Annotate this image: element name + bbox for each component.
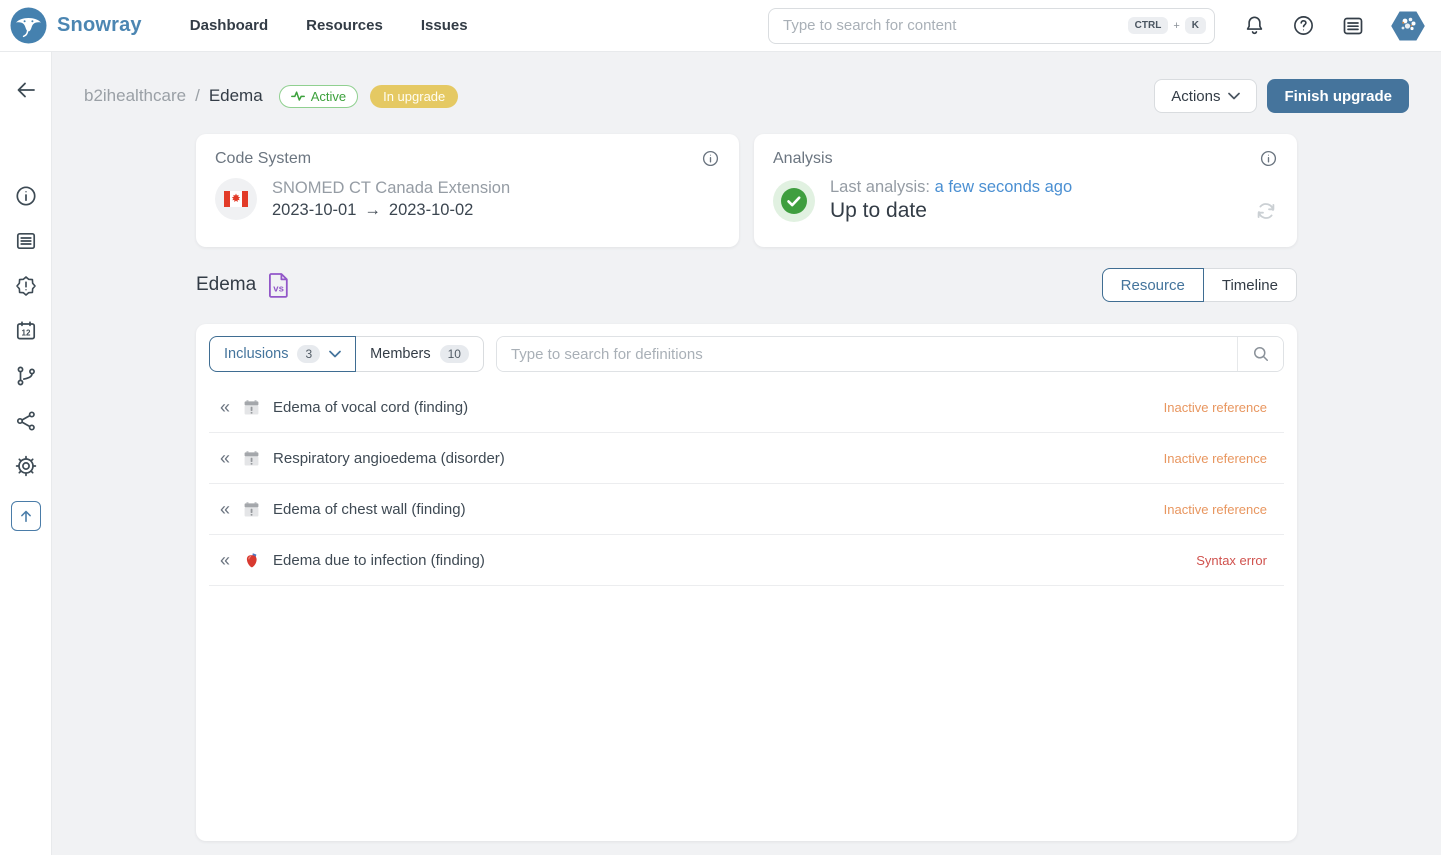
status-badge-active: Active — [279, 85, 358, 108]
definitions-search — [496, 336, 1284, 372]
expand-chevrons-icon[interactable]: « — [220, 449, 230, 467]
info-icon[interactable] — [701, 149, 720, 168]
expand-chevrons-icon[interactable]: « — [220, 500, 230, 518]
pulse-icon — [291, 90, 305, 102]
arrow-right-icon: → — [364, 201, 381, 219]
tab-timeline[interactable]: Timeline — [1204, 268, 1297, 302]
nav-issues[interactable]: Issues — [421, 17, 468, 34]
definition-status: Inactive reference — [1164, 400, 1274, 415]
main-content: b2ihealthcare / Edema Active In upgrade … — [52, 52, 1441, 855]
actions-button[interactable]: Actions — [1154, 79, 1257, 113]
definition-row[interactable]: « Edema of chest wall (finding) Inactive… — [209, 484, 1284, 535]
info-icon[interactable] — [1259, 149, 1278, 168]
members-count-badge: 10 — [440, 345, 469, 363]
breadcrumb-parent[interactable]: b2ihealthcare — [84, 86, 186, 106]
upload-icon[interactable] — [11, 501, 41, 531]
analysis-card-title: Analysis — [773, 150, 833, 168]
snowray-logo-icon — [10, 7, 47, 44]
code-system-card: Code System — [196, 134, 739, 247]
info-icon[interactable] — [14, 184, 38, 208]
definition-row[interactable]: « Respiratory angioedema (disorder) Inac… — [209, 433, 1284, 484]
analysis-card: Analysis — [754, 134, 1297, 247]
members-tab[interactable]: Members 10 — [356, 336, 484, 372]
branch-icon[interactable] — [14, 364, 38, 388]
definition-status: Syntax error — [1196, 553, 1274, 568]
status-badge-in-upgrade: In upgrade — [370, 85, 458, 108]
inactive-concept-icon — [243, 399, 260, 416]
definition-label: Respiratory angioedema (disorder) — [273, 450, 505, 467]
user-avatar[interactable] — [1391, 9, 1425, 43]
search-icon[interactable] — [1237, 337, 1283, 371]
share-icon[interactable] — [14, 409, 38, 433]
finish-upgrade-button[interactable]: Finish upgrade — [1267, 79, 1409, 113]
check-circle-icon — [773, 180, 815, 222]
value-set-icon: vs — [268, 272, 290, 298]
main-nav: Dashboard Resources Issues — [190, 17, 468, 34]
sidebar-icon-group: 12 — [11, 184, 41, 531]
document-icon[interactable] — [14, 229, 38, 253]
back-icon[interactable] — [14, 78, 38, 102]
definitions-search-input[interactable] — [497, 337, 1237, 371]
last-analysis-link[interactable]: a few seconds ago — [935, 178, 1073, 196]
brand-name: Snowray — [57, 14, 142, 37]
inactive-concept-icon — [243, 501, 260, 518]
brand[interactable]: Snowray — [10, 7, 142, 44]
svg-text:12: 12 — [21, 329, 30, 338]
inclusions-dropdown[interactable]: Inclusions 3 — [209, 336, 356, 372]
code-system-card-title: Code System — [215, 150, 311, 168]
gear-icon[interactable] — [14, 454, 38, 478]
badge-alert-icon[interactable] — [14, 274, 38, 298]
search-shortcut: CTRL + K — [1128, 9, 1206, 43]
filter-bar: Inclusions 3 Members 10 — [209, 336, 1284, 372]
definitions-panel: Inclusions 3 Members 10 — [196, 324, 1297, 841]
notifications-bell-icon[interactable] — [1243, 14, 1266, 37]
analysis-status: Up to date — [830, 199, 1072, 223]
resource-title: Edema — [196, 274, 256, 296]
chevron-down-icon — [1228, 92, 1240, 100]
definitions-list: « Edema of vocal cord (finding) Inactive… — [209, 382, 1284, 586]
definition-status: Inactive reference — [1164, 451, 1274, 466]
code-system-name: SNOMED CT Canada Extension — [272, 179, 510, 198]
definition-label: Edema of chest wall (finding) — [273, 501, 466, 518]
definition-row[interactable]: « Edema of vocal cord (finding) Inactive… — [209, 382, 1284, 433]
breadcrumb-current: Edema — [209, 86, 263, 106]
view-toggle: Resource Timeline — [1102, 268, 1297, 302]
expand-chevrons-icon[interactable]: « — [220, 551, 230, 569]
definition-label: Edema of vocal cord (finding) — [273, 399, 468, 416]
definition-label: Edema due to infection (finding) — [273, 552, 485, 569]
global-search: CTRL + K — [768, 8, 1215, 44]
left-sidebar: 12 — [0, 52, 52, 855]
help-icon[interactable] — [1292, 14, 1315, 37]
heart-concept-icon — [243, 552, 260, 569]
definition-row[interactable]: « Edema due to infection (finding) Synta… — [209, 535, 1284, 586]
tab-resource[interactable]: Resource — [1102, 268, 1204, 302]
definition-status: Inactive reference — [1164, 502, 1274, 517]
inactive-concept-icon — [243, 450, 260, 467]
nav-resources[interactable]: Resources — [306, 17, 383, 34]
chevron-down-icon — [329, 350, 341, 358]
last-analysis-line: Last analysis: a few seconds ago — [830, 178, 1072, 197]
breadcrumb: b2ihealthcare / Edema Active In upgrade … — [84, 78, 1409, 114]
news-icon[interactable] — [1341, 14, 1365, 38]
k-key-badge: K — [1185, 17, 1206, 34]
refresh-icon[interactable] — [1254, 199, 1278, 223]
inclusions-count-badge: 3 — [297, 345, 320, 363]
navbar-icons — [1243, 9, 1425, 43]
nav-dashboard[interactable]: Dashboard — [190, 17, 268, 34]
breadcrumb-separator: / — [195, 86, 200, 106]
code-system-dates: 2023-10-01→2023-10-02 — [272, 201, 510, 220]
ctrl-key-badge: CTRL — [1128, 17, 1169, 34]
resource-section-header: Edema vs Resource Timeline — [196, 268, 1297, 302]
calendar-icon[interactable]: 12 — [14, 319, 38, 343]
top-navbar: Snowray Dashboard Resources Issues CTRL … — [0, 0, 1441, 52]
canada-flag-icon — [215, 178, 257, 220]
expand-chevrons-icon[interactable]: « — [220, 398, 230, 416]
svg-text:vs: vs — [274, 284, 285, 295]
